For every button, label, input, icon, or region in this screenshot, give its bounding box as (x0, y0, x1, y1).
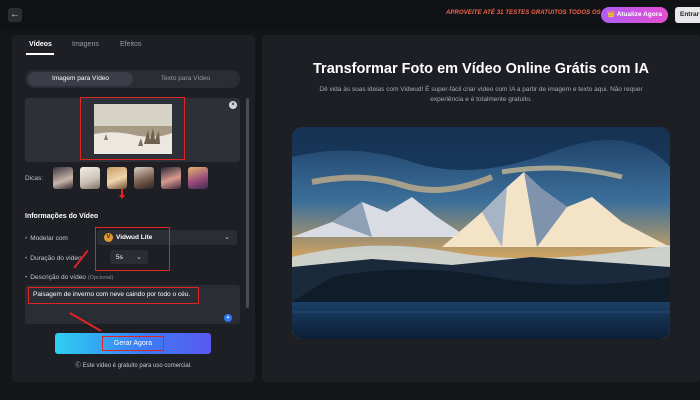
model-duration-highlight (95, 227, 170, 271)
tips-label: Dicas: (25, 175, 44, 182)
tip-thumbnail[interactable] (161, 167, 181, 189)
generate-label: Gerar Agora (113, 340, 153, 347)
model-label: Modelar com (25, 235, 68, 242)
video-info-title: Informações do Vídeo (25, 213, 99, 220)
panel-scrollbar[interactable] (246, 98, 249, 308)
duration-label: Duração do vídeo (25, 255, 81, 262)
description-label-text: Descrição do vídeo (30, 274, 86, 281)
active-tab-indicator (26, 53, 54, 55)
page-title: Transformar Foto em Vídeo Online Grátis … (313, 61, 649, 77)
back-button[interactable]: ← (8, 8, 22, 22)
mode-image-to-video[interactable]: Imagem para Vídeo (28, 72, 133, 86)
mode-text-to-video[interactable]: Texto para Vídeo (133, 72, 238, 86)
tip-thumbnail[interactable] (53, 167, 73, 189)
page-subtitle-line2: experiência e é totalmente gratuito. (430, 96, 532, 103)
arrow-left-icon: ← (10, 9, 20, 20)
description-value: Paisagem de inverno com neve caindo por … (33, 291, 191, 298)
chevron-down-icon: ⌄ (224, 234, 230, 241)
tab-images[interactable]: Imagens (72, 41, 99, 48)
sample-video-preview (292, 127, 670, 339)
chevron-down-icon: ⌄ (136, 254, 142, 261)
remove-image-icon[interactable]: × (229, 101, 237, 109)
promo-banner-text: APROVEITE ATÉ 31 TESTES GRATUITOS TODOS … (446, 10, 620, 16)
description-label: Descrição do vídeo(Opcional) (25, 274, 113, 281)
tip-thumbnail[interactable] (134, 167, 154, 189)
annotation-arrow (119, 189, 125, 199)
tip-thumbnail[interactable] (188, 167, 208, 189)
duration-value: 5s (116, 254, 123, 261)
tip-thumbnail[interactable] (107, 167, 127, 189)
uploaded-image-thumbnail (94, 104, 172, 154)
tab-videos[interactable]: Vídeos (29, 41, 52, 48)
free-use-note: Ⓒ Este vídeo é gratuito para uso comerci… (75, 363, 192, 369)
mode-switch: Imagem para Vídeo Texto para Vídeo (25, 70, 240, 88)
page-subtitle: Dê vida às suas ideias com Vidwud! É sup… (319, 86, 643, 93)
optional-tag: (Opcional) (87, 275, 114, 281)
tab-effects[interactable]: Efeitos (120, 41, 141, 48)
prompt-assist-icon[interactable]: ✦ (224, 314, 232, 322)
upgrade-button[interactable]: 👑 Atualize Agora (601, 7, 668, 23)
tip-thumbnail[interactable] (80, 167, 100, 189)
login-button[interactable]: Entrar (675, 7, 700, 23)
uploaded-image-highlight (80, 97, 185, 160)
